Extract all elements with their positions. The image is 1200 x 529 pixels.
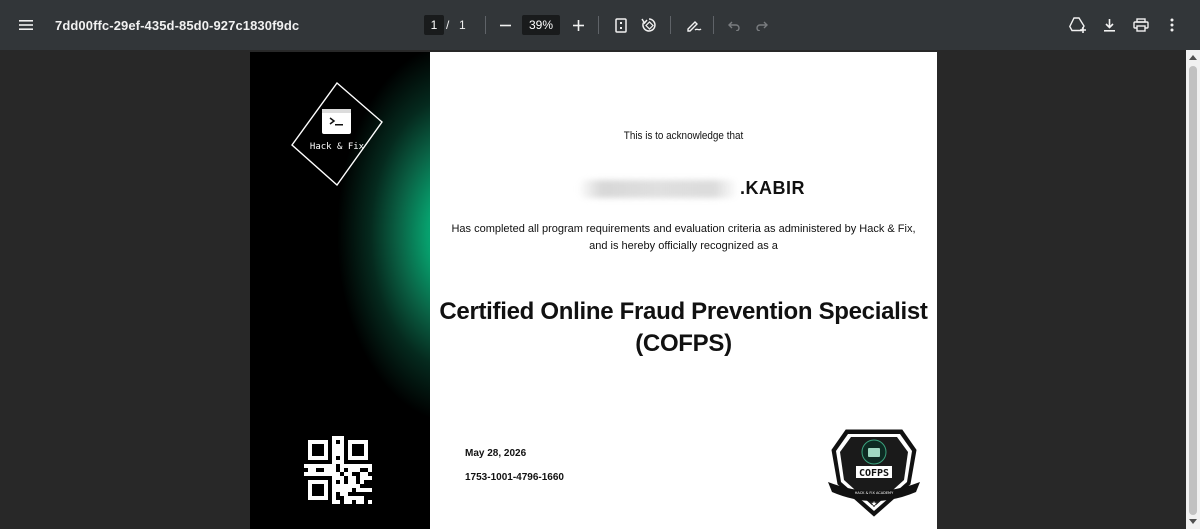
qr-code [304, 436, 372, 504]
recipient-name: .KABIR [740, 178, 805, 198]
certificate-id: 1753-1001-4796-1660 [465, 472, 564, 483]
zoom-in-button[interactable] [570, 0, 586, 50]
zoom-input[interactable]: 39% [522, 15, 560, 35]
plus-icon [572, 19, 584, 31]
pdf-toolbar: 7dd00ffc-29ef-435d-85d0-927c1830f9dc 1 /… [0, 0, 1200, 50]
zoom-out-button[interactable] [497, 0, 513, 50]
more-options-button[interactable] [1162, 0, 1182, 50]
document-title: 7dd00ffc-29ef-435d-85d0-927c1830f9dc [55, 17, 300, 33]
certification-title-line-2: (COFPS) [635, 330, 732, 357]
scrollbar-thumb[interactable] [1189, 66, 1197, 515]
star-icon: ★ [871, 500, 877, 508]
fit-page-icon [615, 17, 627, 33]
print-button[interactable] [1131, 0, 1151, 50]
vertical-scrollbar[interactable] [1186, 50, 1200, 529]
download-icon [1103, 18, 1116, 32]
completion-line-2: and is hereby officially recognized as a [589, 240, 778, 252]
toolbar-divider [598, 16, 599, 34]
issue-date: May 28, 2026 [465, 448, 527, 459]
minus-icon [499, 20, 511, 31]
draw-button[interactable] [685, 0, 703, 50]
toolbar-divider [485, 16, 486, 34]
drive-add-icon [1069, 17, 1087, 33]
scroll-down-arrow-icon[interactable] [1189, 517, 1197, 525]
certification-title-line-1: Certified Online Fraud Prevention Specia… [439, 298, 928, 325]
page-separator: / [446, 18, 450, 32]
badge-title: COFPS [859, 468, 889, 479]
undo-icon [728, 20, 740, 31]
menu-button[interactable] [12, 0, 40, 50]
undo-button[interactable] [726, 0, 742, 50]
pen-icon [686, 17, 702, 33]
redo-icon [756, 20, 768, 31]
rotate-button[interactable] [640, 0, 658, 50]
acknowledge-text: This is to acknowledge that [623, 130, 744, 142]
hamburger-icon [19, 19, 33, 31]
cofps-badge: COFPS HACK & FIX ACADEMY ★ [828, 429, 920, 517]
brand-name: Hack & Fix [309, 142, 365, 152]
rotate-icon [641, 17, 657, 33]
certificate-side-panel: Hack & Fix [250, 52, 430, 529]
toolbar-divider [670, 16, 671, 34]
save-to-drive-button[interactable] [1068, 0, 1088, 50]
completion-line-1: Has completed all program requirements a… [451, 223, 916, 235]
redacted-name [578, 180, 738, 198]
toolbar-divider [713, 16, 714, 34]
printer-icon [1133, 18, 1149, 32]
page-total: 1 [459, 18, 466, 32]
terminal-icon [322, 109, 351, 134]
download-button[interactable] [1100, 0, 1118, 50]
certification-title: Certified Online Fraud Prevention Specia… [430, 296, 937, 360]
fit-page-button[interactable] [612, 0, 630, 50]
certificate-page: Hack & Fix This is to acknowledge that .… [250, 52, 937, 529]
page-number-input[interactable]: 1 [424, 15, 444, 35]
more-vertical-icon [1170, 18, 1174, 32]
badge-ribbon: HACK & FIX ACADEMY [855, 491, 894, 495]
scroll-up-arrow-icon[interactable] [1189, 54, 1197, 62]
completion-statement: Has completed all program requirements a… [430, 221, 937, 255]
redo-button[interactable] [754, 0, 770, 50]
brand-diamond-frame [291, 82, 383, 186]
